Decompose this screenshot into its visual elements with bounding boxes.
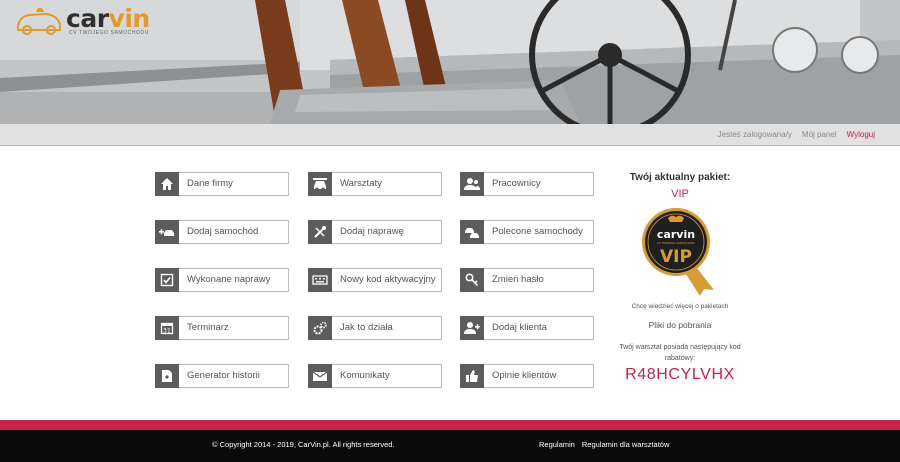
tile-label: Nowy kod aktywacyjny bbox=[340, 274, 436, 285]
hero-banner: carvin CV TWOJEGO SAMOCHODU bbox=[0, 0, 900, 124]
footer-stripe bbox=[0, 420, 900, 430]
logout-link[interactable]: Wyloguj bbox=[847, 130, 875, 139]
tile-polecone-samochody[interactable]: Polecone samochody bbox=[460, 220, 594, 244]
vip-badge-icon: carvin CV TWOJEGO SAMOCHODU VIP bbox=[642, 208, 714, 296]
tile-dodaj-samochod[interactable]: Dodaj samochód bbox=[155, 220, 289, 244]
wrench-car-logo-icon bbox=[17, 8, 61, 35]
package-panel: Twój aktualny pakiet: VIP carvin CV TWOJ… bbox=[600, 170, 760, 383]
logo-wordmark: carvin bbox=[66, 4, 150, 33]
tools-icon bbox=[308, 220, 332, 244]
tile-terminarz[interactable]: 31 Terminarz bbox=[155, 316, 289, 340]
copyright: © Copyright 2014 - 2019, CarVin.pl. All … bbox=[212, 440, 395, 449]
tile-label: Komunikaty bbox=[340, 370, 390, 381]
terms-link[interactable]: Regulamin bbox=[539, 440, 575, 449]
tile-label: Pracownicy bbox=[492, 178, 541, 189]
logged-in-status: Jesteś zalogowana/y bbox=[717, 130, 792, 139]
user-bar: Jesteś zalogowana/y Mój panel Wyloguj bbox=[0, 124, 900, 146]
discount-code: R48HCYLVHX bbox=[625, 366, 735, 383]
add-user-icon bbox=[460, 316, 484, 340]
footer: © Copyright 2014 - 2019, CarVin.pl. All … bbox=[0, 430, 900, 462]
key-icon bbox=[460, 268, 484, 292]
badge-vip-text: VIP bbox=[660, 247, 692, 267]
package-name: VIP bbox=[671, 188, 689, 200]
svg-text:31: 31 bbox=[163, 328, 171, 335]
discount-info: Twój warsztat posiada następujący kod ra… bbox=[619, 344, 741, 362]
cars-icon bbox=[460, 220, 484, 244]
users-icon bbox=[460, 172, 484, 196]
tile-label: Jak to działa bbox=[340, 322, 393, 333]
tile-warsztaty[interactable]: Warsztaty bbox=[308, 172, 442, 196]
tile-dodaj-naprawe[interactable]: Dodaj naprawę bbox=[308, 220, 442, 244]
tile-komunikaty[interactable]: Komunikaty bbox=[308, 364, 442, 388]
tile-label: Opinie klientów bbox=[492, 370, 557, 381]
downloads-link[interactable]: Pliki do pobrania bbox=[600, 320, 760, 330]
tile-dane-firmy[interactable]: Dane firmy bbox=[155, 172, 289, 196]
document-icon bbox=[155, 364, 179, 388]
gears-icon bbox=[308, 316, 332, 340]
badge-brand: carvin bbox=[657, 228, 695, 241]
tile-zmien-haslo[interactable]: Zmień hasło bbox=[460, 268, 594, 292]
my-panel-link[interactable]: Mój panel bbox=[802, 130, 837, 139]
tile-nowy-kod[interactable]: Nowy kod aktywacyjny bbox=[308, 268, 442, 292]
car-service-icon bbox=[308, 172, 332, 196]
logo-tagline: CV TWOJEGO SAMOCHODU bbox=[69, 30, 149, 36]
tile-label: Wykonane naprawy bbox=[187, 274, 271, 285]
tile-generator-historii[interactable]: Generator historii bbox=[155, 364, 289, 388]
tile-label: Terminarz bbox=[187, 322, 229, 333]
tile-opinie-klientow[interactable]: Opinie klientów bbox=[460, 364, 594, 388]
tile-label: Dodaj naprawę bbox=[340, 226, 404, 237]
badge-tagline: CV TWOJEGO SAMOCHODU bbox=[657, 241, 695, 245]
home-icon bbox=[155, 172, 179, 196]
keyboard-icon bbox=[308, 268, 332, 292]
tile-wykonane-naprawy[interactable]: Wykonane naprawy bbox=[155, 268, 289, 292]
package-title: Twój aktualny pakiet: bbox=[629, 172, 731, 183]
tile-label: Dodaj samochód bbox=[187, 226, 259, 237]
thumbs-up-icon bbox=[460, 364, 484, 388]
checklist-icon bbox=[155, 268, 179, 292]
tile-dodaj-klienta[interactable]: Dodaj klienta bbox=[460, 316, 594, 340]
tile-pracownicy[interactable]: Pracownicy bbox=[460, 172, 594, 196]
tile-jak-to-dziala[interactable]: Jak to działa bbox=[308, 316, 442, 340]
tile-label: Dodaj klienta bbox=[492, 322, 547, 333]
add-car-icon bbox=[155, 220, 179, 244]
envelope-icon bbox=[308, 364, 332, 388]
tile-label: Warsztaty bbox=[340, 178, 382, 189]
tile-label: Dane firmy bbox=[187, 178, 233, 189]
terms-workshops-link[interactable]: Regulamin dla warsztatów bbox=[582, 440, 670, 449]
calendar-icon: 31 bbox=[155, 316, 179, 340]
carvin-logo[interactable]: carvin CV TWOJEGO SAMOCHODU bbox=[14, 4, 174, 40]
tile-label: Generator historii bbox=[187, 370, 260, 381]
tile-label: Polecone samochody bbox=[492, 226, 583, 237]
package-info-link[interactable]: Chcę wiedzieć więcej o pakietach bbox=[600, 303, 760, 310]
tile-label: Zmień hasło bbox=[492, 274, 544, 285]
